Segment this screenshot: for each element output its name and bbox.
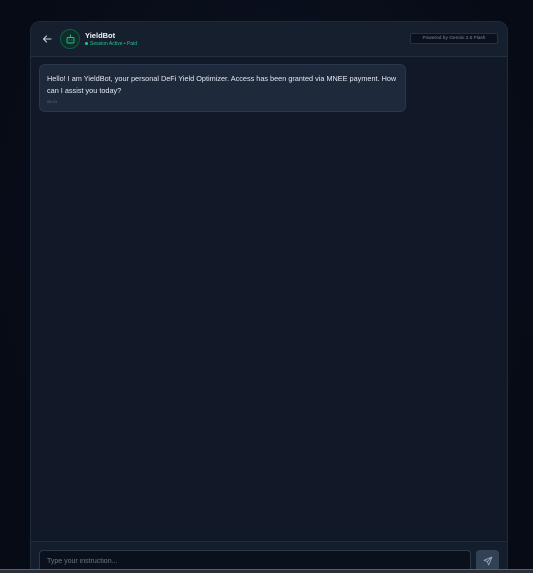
robot-icon	[66, 34, 75, 44]
message-list: Hello! I am YieldBot, your personal DeFi…	[31, 57, 507, 541]
window-bottom-edge	[0, 569, 533, 573]
session-status-text: Session Active • Paid	[90, 41, 138, 47]
chat-header: YieldBot Session Active • Paid Powered b…	[31, 22, 507, 57]
bot-name: YieldBot	[85, 31, 116, 40]
chat-window: YieldBot Session Active • Paid Powered b…	[30, 21, 508, 573]
arrow-left-icon	[42, 35, 52, 43]
status-dot-icon	[85, 42, 88, 46]
back-button[interactable]	[40, 32, 54, 46]
session-status: Session Active • Paid	[85, 41, 137, 47]
powered-by-badge: Powered by Gemini 2.5 Flash	[410, 33, 498, 44]
message-timestamp: 08:43	[47, 99, 58, 104]
bot-message-bubble: Hello! I am YieldBot, your personal DeFi…	[39, 64, 406, 112]
page: YieldBot Session Active • Paid Powered b…	[0, 0, 533, 573]
message-text: Hello! I am YieldBot, your personal DeFi…	[47, 74, 397, 95]
bot-avatar	[60, 29, 80, 49]
send-icon	[483, 556, 493, 566]
